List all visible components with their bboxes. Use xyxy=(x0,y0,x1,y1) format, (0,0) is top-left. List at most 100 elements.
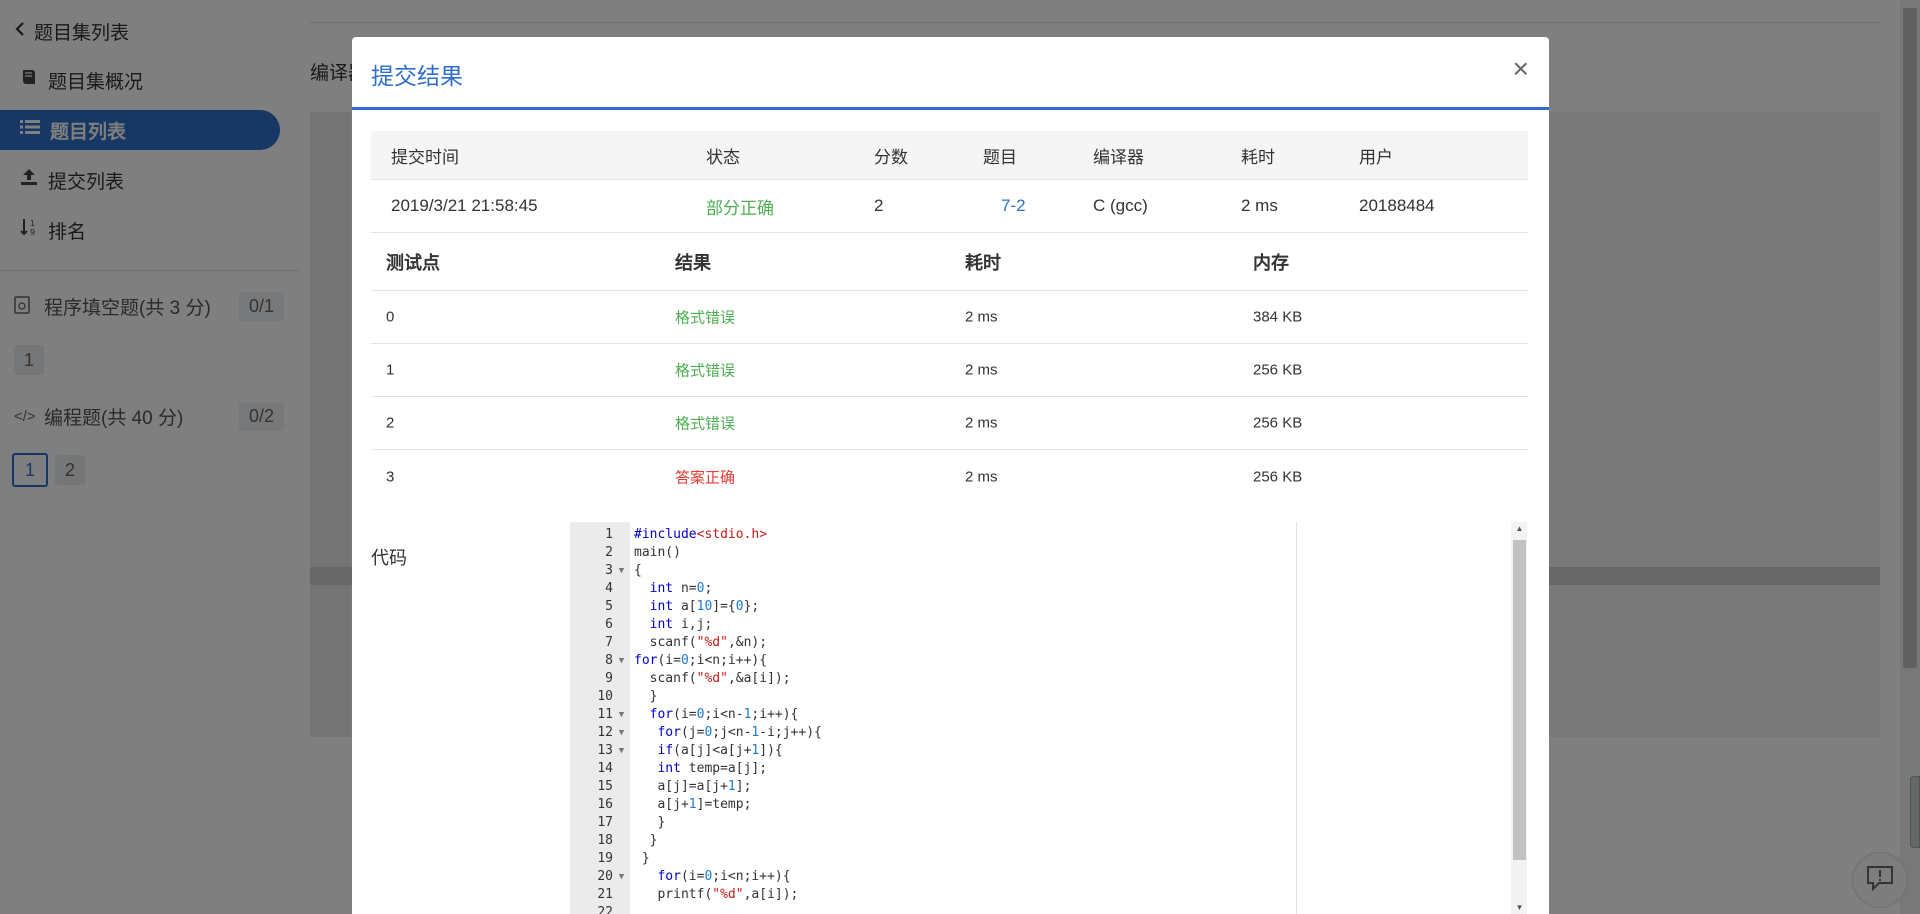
code-line: 13 ▼ if(a[j]<a[j+1]){ xyxy=(571,742,1291,760)
test-id: 3 xyxy=(386,468,395,485)
line-number: 20 xyxy=(597,869,613,884)
code-line: 2 main() xyxy=(571,544,1291,562)
scroll-down-icon[interactable]: ▼ xyxy=(1511,903,1527,912)
line-number: 9 xyxy=(605,671,613,686)
code-label: 代码 xyxy=(371,548,407,568)
table-row: 0 格式错误 2 ms 384 KB xyxy=(371,291,1528,344)
fold-toggle-icon xyxy=(613,670,630,688)
line-number: 13 xyxy=(597,743,613,758)
code-line: 4 int n=0; xyxy=(571,580,1291,598)
fold-toggle-icon xyxy=(613,832,630,850)
line-number: 12 xyxy=(597,725,613,740)
table-row: 3 答案正确 2 ms 256 KB xyxy=(371,450,1528,503)
code-line: 9 scanf("%d",&a[i]); xyxy=(571,670,1291,688)
test-memory: 256 KB xyxy=(1253,361,1303,379)
fold-toggle-icon[interactable]: ▼ xyxy=(613,724,630,742)
code-line: 20 ▼ for(i=0;i<n;i++){ xyxy=(571,868,1291,886)
scroll-up-icon[interactable]: ▲ xyxy=(1511,524,1527,533)
user-value: 20188484 xyxy=(1359,196,1435,215)
code-text: scanf("%d",&n); xyxy=(634,635,768,650)
test-time: 2 ms xyxy=(965,468,998,485)
code-line: 1 #include<stdio.h> xyxy=(571,526,1291,544)
code-text: a[j+1]=temp; xyxy=(634,797,752,812)
line-number: 17 xyxy=(597,815,613,830)
column-header: 提交时间 xyxy=(391,147,459,167)
column-header: 测试点 xyxy=(386,252,440,273)
code-scrollbar[interactable]: ▲ ▼ xyxy=(1511,522,1527,914)
test-id: 2 xyxy=(386,414,395,432)
line-number: 18 xyxy=(597,833,613,848)
fold-toggle-icon[interactable]: ▼ xyxy=(613,742,630,760)
fold-toggle-icon[interactable]: ▼ xyxy=(613,868,630,886)
fold-toggle-icon xyxy=(613,598,630,616)
code-text: } xyxy=(634,689,658,704)
code-viewer[interactable]: 1 #include<stdio.h> 2 main() 3 ▼{4 int n=0; 5 … xyxy=(570,522,1527,914)
test-memory: 384 KB xyxy=(1253,308,1303,326)
code-text: if(a[j]<a[j+1]){ xyxy=(657,743,783,758)
code-line: 11 ▼ for(i=0;i<n-1;i++){ xyxy=(571,706,1291,724)
line-number: 6 xyxy=(605,617,613,632)
test-memory: 256 KB xyxy=(1253,414,1303,432)
test-id: 0 xyxy=(386,308,395,326)
close-icon[interactable]: × xyxy=(1513,55,1529,83)
line-number: 11 xyxy=(597,707,613,722)
fold-toggle-icon xyxy=(613,814,630,832)
line-number: 1 xyxy=(605,527,613,542)
fold-toggle-icon xyxy=(613,760,630,778)
table-row: 1 格式错误 2 ms 256 KB xyxy=(371,344,1528,397)
fold-toggle-icon[interactable]: ▼ xyxy=(613,562,630,580)
code-text: int temp=a[j]; xyxy=(657,761,768,776)
test-id: 1 xyxy=(386,361,395,379)
fold-toggle-icon[interactable]: ▼ xyxy=(613,706,630,724)
code-text: } xyxy=(634,815,666,830)
code-text: int n=0; xyxy=(649,581,713,596)
test-result: 格式错误 xyxy=(675,309,736,327)
test-memory: 256 KB xyxy=(1253,468,1303,485)
fold-toggle-icon xyxy=(613,904,630,914)
code-text: { xyxy=(634,563,642,578)
code-scrollbar-thumb[interactable] xyxy=(1513,540,1526,860)
submission-summary-table: 提交时间 状态 分数 题目 编译器 耗时 用户 2019/3/21 21:58:… xyxy=(371,131,1528,233)
fold-toggle-icon[interactable]: ▼ xyxy=(613,652,630,670)
fold-toggle-icon xyxy=(613,616,630,634)
test-case-table: 测试点 结果 耗时 内存 0 格式错误 2 ms 384 KB 1 格式错误 2… xyxy=(371,233,1528,503)
problem-link[interactable]: 7-2 xyxy=(1001,196,1026,216)
column-header: 编译器 xyxy=(1093,147,1144,167)
column-header: 题目 xyxy=(983,147,1017,167)
fold-toggle-icon xyxy=(613,850,630,868)
line-number: 8 xyxy=(605,653,613,668)
fold-toggle-icon xyxy=(613,580,630,598)
code-text: } xyxy=(634,833,658,848)
code-text: for(i=0;i<n;i++){ xyxy=(634,653,768,668)
code-line: 21 printf("%d",a[i]); xyxy=(571,886,1291,904)
code-line: 14 int temp=a[j]; xyxy=(571,760,1291,778)
elapsed-value: 2 ms xyxy=(1241,196,1278,215)
column-header: 耗时 xyxy=(965,252,1001,273)
test-result: 格式错误 xyxy=(675,415,736,433)
line-number: 14 xyxy=(597,761,613,776)
code-text: printf("%d",a[i]); xyxy=(634,887,799,902)
table-row: 2019/3/21 21:58:45 部分正确 2 7-2 C (gcc) 2 … xyxy=(371,180,1528,233)
code-text: int a[10]={0}; xyxy=(649,599,760,614)
code-text: #include<stdio.h> xyxy=(634,527,768,542)
line-number: 10 xyxy=(597,689,613,704)
code-line: 22 xyxy=(571,904,1291,914)
fold-toggle-icon xyxy=(613,526,630,544)
fold-toggle-icon xyxy=(613,688,630,706)
code-text: scanf("%d",&a[i]); xyxy=(634,671,791,686)
column-header: 分数 xyxy=(874,147,908,167)
code-line: 5 int a[10]={0}; xyxy=(571,598,1291,616)
line-number: 16 xyxy=(597,797,613,812)
fold-toggle-icon xyxy=(613,796,630,814)
line-number: 2 xyxy=(605,545,613,560)
code-line: 19 } xyxy=(571,850,1291,868)
code-text: int i,j; xyxy=(649,617,713,632)
line-number: 5 xyxy=(605,599,613,614)
test-time: 2 ms xyxy=(965,308,998,326)
test-time: 2 ms xyxy=(965,361,998,379)
column-header: 结果 xyxy=(675,252,711,273)
line-number: 21 xyxy=(597,887,613,902)
test-result: 格式错误 xyxy=(675,362,736,380)
test-result: 答案正确 xyxy=(675,469,736,486)
